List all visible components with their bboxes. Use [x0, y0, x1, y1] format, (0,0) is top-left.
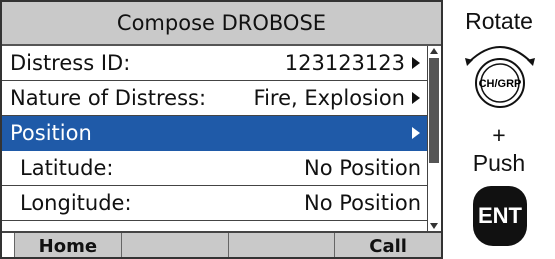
softkey-call[interactable]: Call: [335, 233, 441, 257]
menu-item-position[interactable]: Position: [2, 116, 427, 151]
menu-item-longitude[interactable]: Longitude: No Position: [2, 186, 427, 221]
menu-item-label: Latitude:: [20, 156, 114, 180]
menu-item-label: Position: [10, 121, 92, 145]
menu-item-latitude[interactable]: Latitude: No Position: [2, 151, 427, 186]
menu-item-distress-id[interactable]: Distress ID: 123123123: [2, 46, 427, 81]
triangle-right-icon: [412, 127, 420, 139]
push-text: Push: [472, 150, 526, 176]
ent-button[interactable]: ENT: [473, 186, 527, 246]
menu-item-value: 123123123: [284, 51, 405, 75]
scroll-up-arrow-icon[interactable]: [430, 48, 438, 54]
softkey-2[interactable]: [122, 233, 229, 257]
curved-double-arrow-icon: [465, 46, 535, 66]
scrollbar[interactable]: [427, 46, 441, 231]
menu-item-label: Longitude:: [20, 191, 132, 215]
softkey-bar: Home Call: [2, 231, 441, 257]
screen-title: Compose DROBOSE: [2, 2, 441, 46]
rotate-text: Rotate: [465, 8, 533, 34]
menu-item-nature-of-distress[interactable]: Nature of Distress: Fire, Explosion: [2, 81, 427, 116]
menu-list: Distress ID: 123123123 Nature of Distres…: [2, 46, 427, 221]
menu-item-value: No Position: [304, 156, 421, 180]
menu-item-value: No Position: [304, 191, 421, 215]
softkey-home[interactable]: Home: [15, 233, 122, 257]
menu-item-label: Distress ID:: [10, 51, 131, 75]
softkey-edge: [2, 233, 15, 257]
plus-text: +: [492, 122, 506, 148]
scroll-thumb[interactable]: [429, 58, 439, 163]
radio-screen: Compose DROBOSE Distress ID: 123123123 N…: [0, 0, 443, 259]
knob-label: CH/GRP: [479, 78, 522, 90]
menu-item-value: Fire, Explosion: [253, 86, 405, 110]
triangle-right-icon: [412, 57, 420, 69]
triangle-right-icon: [412, 92, 420, 104]
scroll-down-arrow-icon[interactable]: [430, 223, 438, 229]
control-instructions: Rotate CH/GRP + Push ENT: [443, 0, 555, 259]
menu-item-label: Nature of Distress:: [10, 86, 207, 110]
softkey-3[interactable]: [229, 233, 336, 257]
